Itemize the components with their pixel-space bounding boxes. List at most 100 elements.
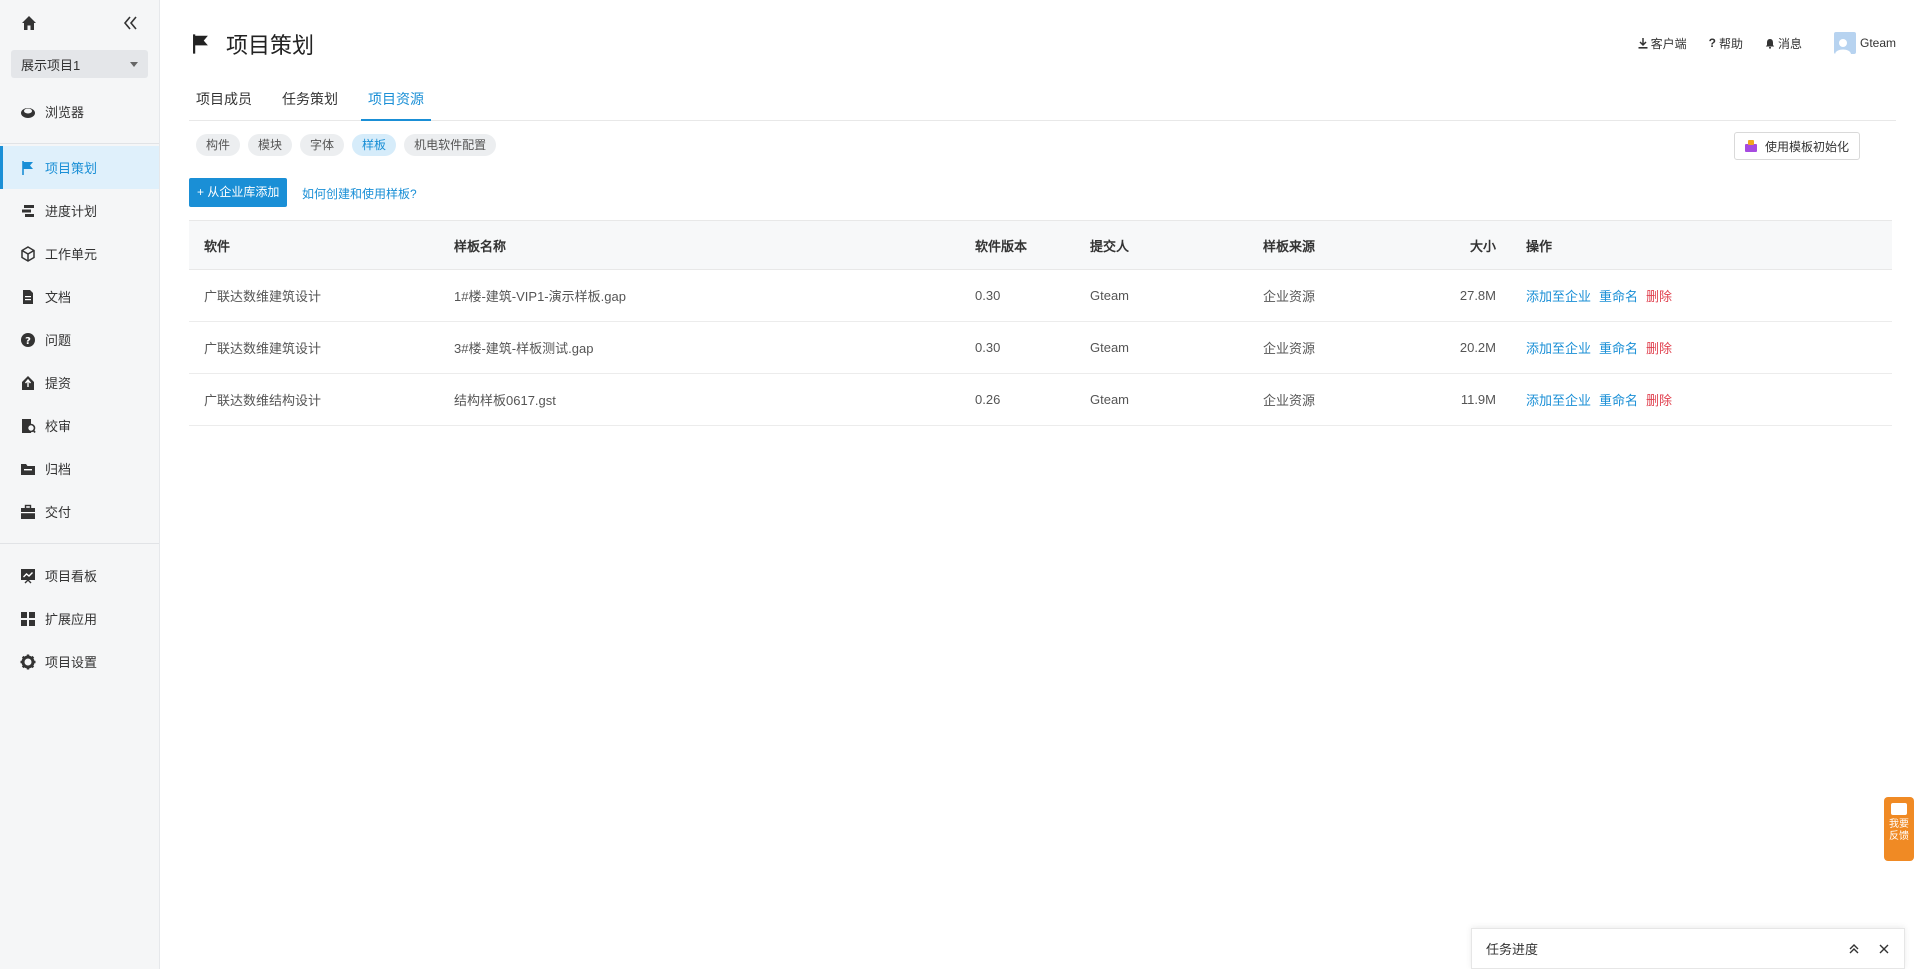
sidebar-item-label: 交付 bbox=[45, 505, 72, 520]
cell-version: 0.30 bbox=[975, 340, 1001, 355]
col-size: 大小 bbox=[1469, 238, 1496, 254]
home-icon[interactable] bbox=[20, 14, 38, 32]
sidebar-item-label: 提资 bbox=[45, 376, 72, 391]
sidebar-item-delivery[interactable]: 交付 bbox=[0, 490, 159, 533]
add-to-enterprise-link[interactable]: 添加至企业 bbox=[1526, 341, 1591, 356]
flag-icon bbox=[190, 33, 212, 55]
help-link[interactable]: ? 帮助 bbox=[1709, 35, 1743, 52]
delete-link[interactable]: 删除 bbox=[1646, 289, 1672, 304]
cell-submitter: Gteam bbox=[1090, 340, 1130, 355]
sidebar-item-browser[interactable]: 浏览器 bbox=[0, 90, 159, 133]
feedback-label-line1: 我要 bbox=[1889, 819, 1909, 830]
cell-software: 广联达数维结构设计 bbox=[204, 393, 322, 408]
expand-panel-icon[interactable] bbox=[1848, 943, 1860, 955]
chevron-down-icon bbox=[130, 61, 138, 67]
chip-mep-config[interactable]: 机电软件配置 bbox=[404, 134, 497, 156]
tab-project-resources[interactable]: 项目资源 bbox=[361, 84, 431, 121]
bell-icon bbox=[1765, 38, 1775, 49]
user-menu[interactable]: Gteam bbox=[1833, 32, 1896, 54]
sidebar-item-archive[interactable]: 归档 bbox=[0, 447, 159, 490]
messages-link[interactable]: 消息 bbox=[1765, 35, 1802, 52]
col-actions: 操作 bbox=[1526, 238, 1553, 254]
browser-icon bbox=[20, 104, 36, 120]
add-to-enterprise-link[interactable]: 添加至企业 bbox=[1526, 393, 1591, 408]
page-title: 项目策划 bbox=[190, 28, 314, 60]
sidebar-item-label: 文档 bbox=[45, 290, 72, 305]
cell-size: 27.8M bbox=[1459, 288, 1496, 303]
cell-template-name: 1#楼-建筑-VIP1-演示样板.gap bbox=[454, 289, 626, 304]
tab-project-members[interactable]: 项目成员 bbox=[189, 84, 259, 121]
sidebar-item-issues[interactable]: ? 问题 bbox=[0, 318, 159, 361]
messages-label: 消息 bbox=[1777, 36, 1802, 51]
cell-actions: 添加至企业 重命名 删除 bbox=[1496, 338, 1892, 357]
sidebar-item-label: 项目策划 bbox=[45, 161, 98, 176]
document-icon bbox=[20, 289, 36, 305]
sidebar-item-submit[interactable]: 提资 bbox=[0, 361, 159, 404]
cell-size: 11.9M bbox=[1460, 392, 1496, 407]
avatar bbox=[1833, 32, 1856, 54]
client-download-link[interactable]: 客户端 bbox=[1638, 35, 1687, 52]
cell-template-name: 3#楼-建筑-样板测试.gap bbox=[454, 341, 594, 356]
delete-link[interactable]: 删除 bbox=[1646, 341, 1672, 356]
col-template-name: 样板名称 bbox=[454, 238, 507, 254]
briefcase-icon bbox=[20, 504, 36, 520]
cell-version: 0.30 bbox=[975, 288, 1001, 303]
sidebar-item-project-planning[interactable]: 项目策划 bbox=[0, 146, 159, 189]
cell-software: 广联达数维建筑设计 bbox=[204, 289, 322, 304]
apps-icon bbox=[20, 611, 36, 627]
rename-link[interactable]: 重命名 bbox=[1599, 341, 1638, 356]
cell-actions: 添加至企业 重命名 删除 bbox=[1496, 390, 1892, 409]
cell-submitter: Gteam bbox=[1090, 392, 1130, 407]
cell-software: 广联达数维建筑设计 bbox=[204, 341, 322, 356]
flag-icon bbox=[20, 160, 36, 176]
add-to-enterprise-link[interactable]: 添加至企业 bbox=[1526, 289, 1591, 304]
col-source: 样板来源 bbox=[1263, 238, 1316, 254]
project-selector[interactable]: 展示项目1 bbox=[11, 50, 148, 78]
template-icon bbox=[1744, 140, 1757, 152]
sidebar-item-documents[interactable]: 文档 bbox=[0, 275, 159, 318]
sidebar-item-label: 校审 bbox=[45, 419, 72, 434]
add-from-enterprise-button[interactable]: + 从企业库添加 bbox=[189, 178, 288, 207]
templates-table: 软件 样板名称 软件版本 提交人 样板来源 大小 操作 广联达数维建筑设计 1#… bbox=[189, 220, 1892, 426]
how-to-templates-link[interactable]: 如何创建和使用样板? bbox=[302, 185, 417, 202]
header: 项目策划 客户端 ? 帮助 消息 Gteam bbox=[160, 0, 1920, 86]
sidebar-item-label: 问题 bbox=[45, 333, 72, 348]
client-label: 客户端 bbox=[1650, 36, 1687, 51]
chip-fonts[interactable]: 字体 bbox=[300, 134, 345, 156]
col-version: 软件版本 bbox=[975, 238, 1028, 254]
chip-templates[interactable]: 样板 bbox=[352, 134, 397, 156]
sidebar-item-work-unit[interactable]: 工作单元 bbox=[0, 232, 159, 275]
task-progress-panel: 任务进度 bbox=[1471, 928, 1905, 969]
sidebar-item-review[interactable]: 校审 bbox=[0, 404, 159, 447]
collapse-sidebar-icon[interactable] bbox=[121, 14, 139, 32]
review-icon bbox=[20, 418, 36, 434]
delete-link[interactable]: 删除 bbox=[1646, 393, 1672, 408]
col-software: 软件 bbox=[204, 238, 231, 254]
table-row: 广联达数维建筑设计 1#楼-建筑-VIP1-演示样板.gap 0.30 Gtea… bbox=[189, 270, 1892, 322]
chip-modules[interactable]: 模块 bbox=[248, 134, 293, 156]
sidebar-item-label: 工作单元 bbox=[45, 247, 98, 262]
gantt-icon bbox=[20, 203, 36, 219]
top-right-toolbar: 客户端 ? 帮助 消息 Gteam bbox=[1616, 32, 1896, 54]
chat-icon bbox=[1891, 803, 1907, 815]
init-button-label: 使用模板初始化 bbox=[1764, 139, 1849, 154]
user-name: Gteam bbox=[1859, 36, 1896, 50]
chip-components[interactable]: 构件 bbox=[196, 134, 241, 156]
resource-type-filter: 构件 模块 字体 样板 机电软件配置 bbox=[196, 134, 504, 156]
rename-link[interactable]: 重命名 bbox=[1599, 393, 1638, 408]
sidebar-item-settings[interactable]: 项目设置 bbox=[0, 640, 159, 683]
dashboard-icon bbox=[20, 568, 36, 584]
sidebar-item-dashboard[interactable]: 项目看板 bbox=[0, 554, 159, 597]
sidebar-item-schedule[interactable]: 进度计划 bbox=[0, 189, 159, 232]
rename-link[interactable]: 重命名 bbox=[1599, 289, 1638, 304]
init-from-template-button[interactable]: 使用模板初始化 bbox=[1733, 132, 1860, 160]
svg-text:?: ? bbox=[25, 336, 31, 347]
sidebar-item-label: 归档 bbox=[45, 462, 72, 477]
close-icon[interactable] bbox=[1878, 943, 1890, 955]
cube-icon bbox=[20, 245, 36, 262]
table-row: 广联达数维建筑设计 3#楼-建筑-样板测试.gap 0.30 Gteam 企业资… bbox=[189, 322, 1892, 374]
sidebar-item-extensions[interactable]: 扩展应用 bbox=[0, 597, 159, 640]
tab-task-planning[interactable]: 任务策划 bbox=[275, 84, 345, 121]
feedback-button[interactable]: 我要 反馈 bbox=[1884, 797, 1914, 861]
sidebar-item-label: 扩展应用 bbox=[45, 612, 98, 627]
